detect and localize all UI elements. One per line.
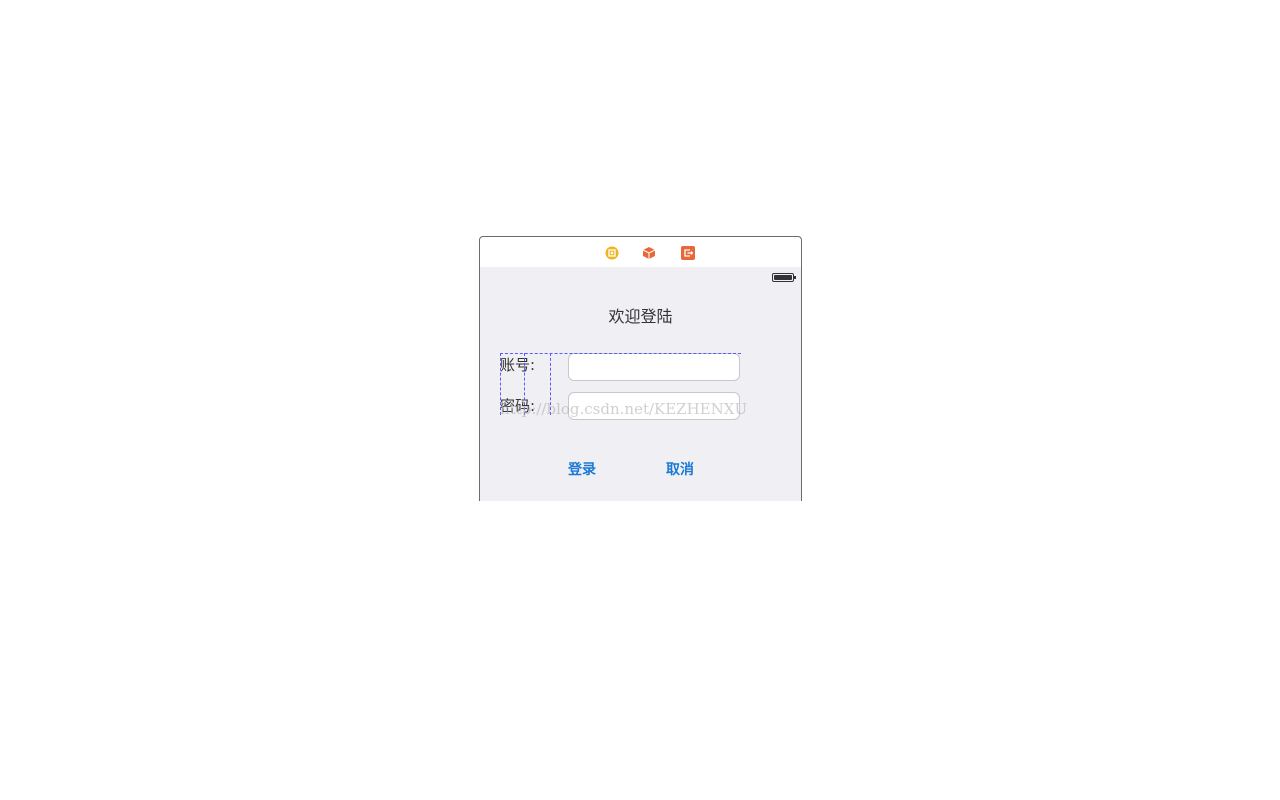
password-field[interactable] bbox=[568, 392, 740, 420]
account-field[interactable] bbox=[568, 353, 740, 381]
battery-icon bbox=[772, 273, 796, 282]
storyboard-scene: 欢迎登陆 账号: 密码: 登录 取消 bbox=[479, 236, 802, 501]
scene-dock bbox=[479, 236, 802, 268]
cancel-button[interactable]: 取消 bbox=[666, 459, 694, 479]
page-title: 欢迎登陆 bbox=[608, 307, 673, 326]
iphone-screen: 欢迎登陆 账号: 密码: 登录 取消 bbox=[479, 267, 802, 501]
password-label: 密码: bbox=[500, 397, 536, 415]
login-button[interactable]: 登录 bbox=[568, 459, 596, 479]
view-controller-icon[interactable] bbox=[605, 245, 619, 260]
first-responder-icon[interactable] bbox=[642, 245, 656, 260]
exit-icon[interactable] bbox=[681, 245, 695, 260]
account-label: 账号: bbox=[500, 356, 536, 374]
